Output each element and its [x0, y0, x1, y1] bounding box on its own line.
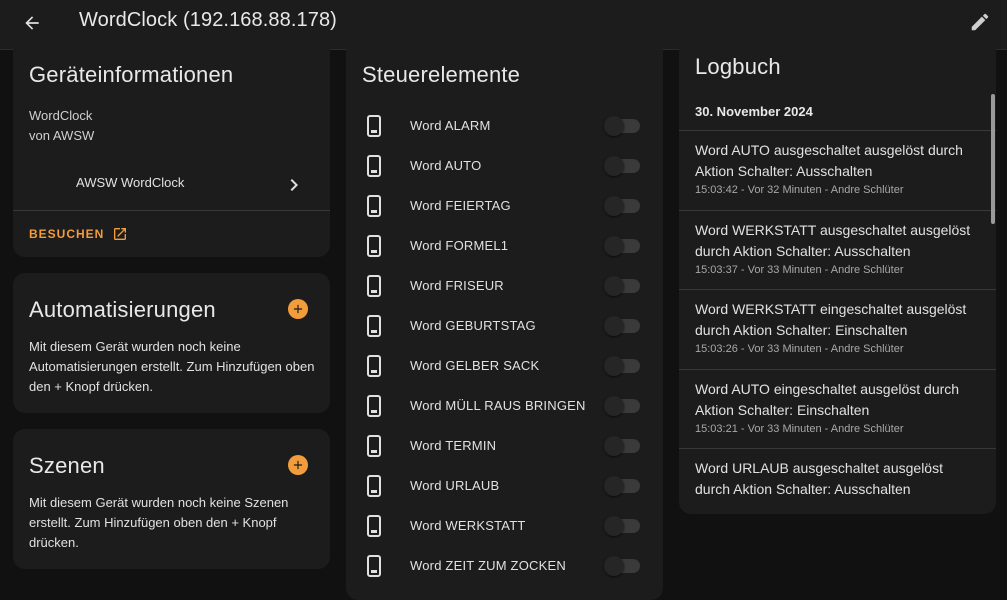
device-info-card: Geräteinformationen WordClock von AWSW A… — [13, 40, 330, 257]
chevron-right-icon — [290, 179, 298, 191]
automations-title: Automatisierungen — [29, 297, 216, 322]
control-row[interactable]: Word GEBURTSTAG — [346, 306, 663, 346]
automations-card: Automatisierungen Mit diesem Gerät wurde… — [13, 273, 330, 413]
controls-list: Word ALARM Word AUTO Word FEIERTAG Word … — [346, 106, 663, 586]
logbook-card: Logbuch 30. November 2024 Word AUTO ausg… — [679, 40, 996, 514]
cellphone-icon — [367, 235, 381, 257]
cellphone-icon — [367, 355, 381, 377]
visit-label: BESUCHEN — [29, 227, 105, 241]
control-label: Word WERKSTATT — [410, 518, 526, 533]
device-info-title: Geräteinformationen — [29, 62, 234, 87]
cellphone-icon — [367, 475, 381, 497]
control-row[interactable]: Word GELBER SACK — [346, 346, 663, 386]
log-meta: 15:03:37 - Vor 33 Minuten - Andre Schlüt… — [695, 263, 904, 276]
scenes-empty-text: Mit diesem Gerät wurden noch keine Szene… — [29, 495, 289, 550]
control-label: Word FRISEUR — [410, 278, 504, 293]
toggle-switch[interactable] — [604, 316, 642, 336]
toggle-switch[interactable] — [604, 556, 642, 576]
control-row[interactable]: Word ALARM — [346, 106, 663, 146]
control-label: Word FEIERTAG — [410, 198, 511, 213]
control-label: Word ZEIT ZUM ZOCKEN — [410, 558, 566, 573]
control-row[interactable]: Word FORMEL1 — [346, 226, 663, 266]
automations-empty-text: Mit diesem Gerät wurden noch keine Autom… — [29, 339, 315, 394]
cellphone-icon — [367, 515, 381, 537]
toggle-switch[interactable] — [604, 156, 642, 176]
log-message: Word WERKSTATT ausgeschaltet ausgelöst d… — [695, 221, 971, 259]
open-in-new-icon — [114, 228, 127, 240]
toggle-switch[interactable] — [604, 196, 642, 216]
toggle-switch[interactable] — [604, 236, 642, 256]
add-scene-button[interactable] — [288, 455, 308, 475]
cellphone-icon — [367, 435, 381, 457]
toggle-switch[interactable] — [604, 476, 642, 496]
logbook-scrollbar[interactable] — [991, 94, 995, 224]
control-row[interactable]: Word ZEIT ZUM ZOCKEN — [346, 546, 663, 586]
log-message: Word URLAUB ausgeschaltet ausgelöst durc… — [695, 460, 943, 497]
arrow-left-icon[interactable] — [20, 11, 44, 35]
plus-icon — [293, 304, 303, 314]
log-entry[interactable]: Word WERKSTATT ausgeschaltet ausgelöst d… — [679, 209, 996, 290]
toggle-switch[interactable] — [604, 276, 642, 296]
log-meta: 15:03:42 - Vor 32 Minuten - Andre Schlüt… — [695, 184, 904, 196]
control-row[interactable]: Word FRISEUR — [346, 266, 663, 306]
toggle-switch[interactable] — [604, 436, 642, 456]
cellphone-icon — [367, 555, 381, 577]
control-label: Word GELBER SACK — [410, 358, 540, 373]
toggle-switch[interactable] — [604, 116, 642, 136]
control-label: Word URLAUB — [410, 478, 500, 493]
control-row[interactable]: Word FEIERTAG — [346, 186, 663, 226]
pencil-icon[interactable] — [969, 11, 993, 35]
scenes-card: Szenen Mit diesem Gerät wurden noch kein… — [13, 429, 330, 569]
visit-button[interactable]: BESUCHEN — [29, 224, 128, 244]
toggle-switch[interactable] — [604, 396, 642, 416]
log-entry[interactable]: Word WERKSTATT eingeschaltet ausgelöst d… — [679, 289, 996, 369]
controls-card: Steuerelemente Word ALARM Word AUTO Word… — [346, 40, 663, 600]
cellphone-icon — [367, 275, 381, 297]
control-label: Word AUTO — [410, 158, 482, 173]
control-label: Word ALARM — [410, 118, 491, 133]
logbook-date: 30. November 2024 — [695, 104, 813, 119]
log-entry[interactable]: Word AUTO ausgeschaltet ausgelöst durch … — [679, 130, 996, 210]
toggle-switch[interactable] — [604, 356, 642, 376]
device-entry-label: AWSW WordClock — [76, 175, 185, 190]
control-label: Word TERMIN — [410, 438, 497, 453]
cellphone-icon — [367, 315, 381, 337]
control-label: Word FORMEL1 — [410, 238, 509, 253]
log-message: Word AUTO ausgeschaltet ausgelöst durch … — [695, 142, 963, 179]
log-meta: 15:03:26 - Vor 33 Minuten - Andre Schlüt… — [695, 343, 904, 355]
device-model: WordClock — [29, 108, 93, 123]
controls-title: Steuerelemente — [362, 62, 521, 87]
device-vendor: von AWSW — [29, 128, 95, 143]
log-entry[interactable]: Word AUTO eingeschaltet ausgelöst durch … — [679, 368, 996, 449]
log-meta: 15:03:21 - Vor 33 Minuten - Andre Schlüt… — [695, 422, 904, 435]
control-row[interactable]: Word TERMIN — [346, 426, 663, 466]
cellphone-icon — [367, 155, 381, 177]
divider — [13, 210, 330, 211]
logbook-title: Logbuch — [695, 54, 781, 79]
control-row[interactable]: Word URLAUB — [346, 466, 663, 506]
cellphone-icon — [367, 395, 381, 417]
cellphone-icon — [367, 115, 381, 137]
log-message: Word WERKSTATT eingeschaltet ausgelöst d… — [695, 301, 967, 338]
add-automation-button[interactable] — [288, 299, 308, 319]
logbook-list: Word AUTO ausgeschaltet ausgelöst durch … — [679, 130, 996, 514]
device-entry-link[interactable]: AWSW WordClock — [13, 166, 330, 206]
control-row[interactable]: Word AUTO — [346, 146, 663, 186]
control-row[interactable]: Word WERKSTATT — [346, 506, 663, 546]
scenes-title: Szenen — [29, 453, 105, 478]
toggle-switch[interactable] — [604, 516, 642, 536]
plus-icon — [293, 460, 303, 470]
control-row[interactable]: Word MÜLL RAUS BRINGEN — [346, 386, 663, 426]
control-label: Word MÜLL RAUS BRINGEN — [410, 398, 586, 413]
control-label: Word GEBURTSTAG — [410, 318, 536, 333]
cellphone-icon — [367, 195, 381, 217]
log-message: Word AUTO eingeschaltet ausgelöst durch … — [695, 380, 960, 418]
log-entry[interactable]: Word URLAUB ausgeschaltet ausgelöst durc… — [679, 448, 996, 514]
page-title: WordClock (192.168.88.178) — [79, 9, 337, 31]
